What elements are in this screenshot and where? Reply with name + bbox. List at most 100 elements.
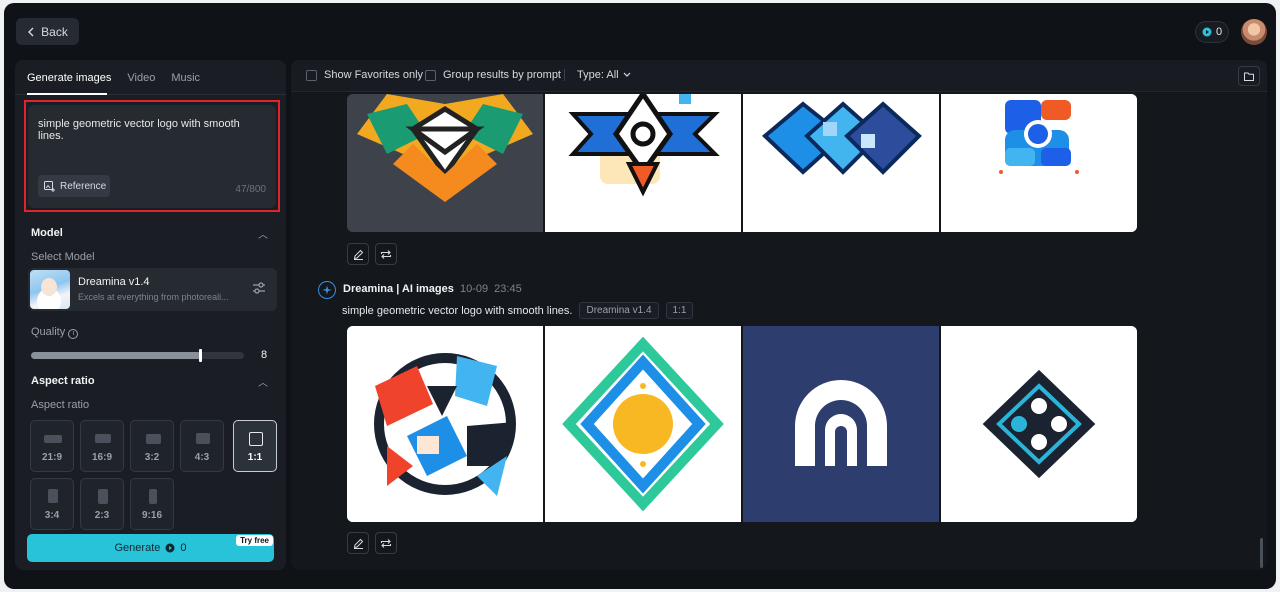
chevron-up-icon[interactable]: ︿: [258, 374, 268, 389]
quality-slider[interactable]: [31, 349, 244, 362]
ratio-shape-icon: [196, 433, 210, 444]
favorites-checkbox[interactable]: [306, 69, 317, 81]
credit-icon: [1202, 27, 1212, 37]
prompt-input[interactable]: [38, 118, 268, 142]
ratio-option-1-1[interactable]: 1:1: [233, 420, 277, 472]
prompt-box: Reference 47/800: [28, 105, 276, 208]
model-tag: Dreamina v1.4: [579, 302, 659, 319]
left-panel: Generate images Video Music Reference 47…: [15, 60, 286, 570]
group-prompt-row: simple geometric vector logo with smooth…: [342, 302, 694, 319]
logo-image-owl: [347, 94, 543, 232]
chevron-left-icon: [28, 27, 34, 36]
repeat-icon: [380, 538, 392, 548]
group-author: Dreamina | AI images: [343, 283, 454, 295]
ratio-label: 4:3: [194, 452, 210, 463]
group-time: 23:45: [494, 283, 522, 295]
results-toolbar: Show Favorites only Group results by pro…: [291, 60, 1267, 92]
edit-button[interactable]: [347, 532, 369, 554]
group-by-prompt-toggle[interactable]: Group results by prompt: [425, 69, 561, 81]
char-count: 47/800: [235, 184, 266, 195]
ratio-label: 21:9: [41, 452, 62, 463]
info-icon[interactable]: i: [68, 329, 79, 339]
ratio-label: 3:2: [144, 452, 160, 463]
sliders-icon[interactable]: [252, 281, 266, 295]
ratio-label: 3:4: [44, 510, 60, 521]
model-thumbnail: [30, 270, 70, 309]
credit-icon: [165, 543, 175, 553]
model-description: Excels at everything from photoreali...: [78, 292, 229, 302]
folder-button[interactable]: [1238, 66, 1260, 86]
chevron-up-icon[interactable]: ︿: [258, 226, 268, 241]
result-image[interactable]: [545, 326, 741, 522]
ratio-label: 9:16: [141, 510, 162, 521]
regenerate-button[interactable]: [375, 532, 397, 554]
ratio-shape-icon: [44, 435, 62, 443]
group-label: Group results by prompt: [443, 69, 561, 81]
regenerate-button[interactable]: [375, 243, 397, 265]
user-avatar[interactable]: [1241, 19, 1267, 45]
reference-label: Reference: [60, 180, 107, 192]
logo-image-arch: [743, 326, 939, 522]
app-window: Back 0 Generate images Video Music Refer…: [4, 3, 1276, 589]
type-filter-label: Type: All: [577, 69, 619, 81]
tab-music[interactable]: Music: [171, 72, 200, 92]
aspect-section-title: Aspect ratio: [31, 375, 95, 387]
tab-video[interactable]: Video: [127, 72, 155, 92]
ratio-option-21-9[interactable]: 21:9: [30, 420, 74, 472]
generate-cost: 0: [180, 542, 187, 554]
ratio-option-3-4[interactable]: 3:4: [30, 478, 74, 530]
quality-slider-fill: [31, 352, 201, 359]
result-image[interactable]: [743, 94, 939, 232]
active-tab-indicator: [27, 93, 107, 95]
quality-slider-handle[interactable]: [199, 349, 202, 362]
ratio-shape-icon: [149, 489, 157, 504]
logo-image-sun-diamond: [545, 326, 741, 522]
logo-image-abstract-circle: [347, 326, 543, 522]
back-button-label: Back: [41, 24, 68, 39]
result-image[interactable]: [347, 94, 543, 232]
select-model-label: Select Model: [31, 251, 95, 263]
dreamina-logo-icon: [318, 281, 336, 299]
result-image[interactable]: [941, 94, 1137, 232]
credits-count: 0: [1215, 26, 1223, 38]
result-image[interactable]: [545, 94, 741, 232]
ratio-option-3-2[interactable]: 3:2: [130, 420, 174, 472]
type-filter-dropdown[interactable]: Type: All: [564, 69, 631, 81]
group-checkbox[interactable]: [425, 69, 436, 81]
logo-image-blocks: [941, 94, 1137, 232]
image-add-icon: [44, 180, 55, 192]
ratio-option-9-16[interactable]: 9:16: [130, 478, 174, 530]
credits-pill[interactable]: 0: [1195, 21, 1229, 43]
result-image[interactable]: [743, 326, 939, 522]
generate-button[interactable]: Generate 0 Try free: [27, 534, 274, 562]
reference-button[interactable]: Reference: [38, 175, 110, 197]
try-free-badge: Try free: [236, 535, 273, 546]
aspect-ratio-label: Aspect ratio: [31, 399, 90, 411]
ratio-label: 2:3: [94, 510, 110, 521]
group-prompt-text: simple geometric vector logo with smooth…: [342, 304, 573, 317]
group-date: 10-09: [459, 283, 489, 295]
favorites-toggle[interactable]: Show Favorites only: [306, 69, 423, 81]
mode-tabs: Generate images Video Music: [27, 72, 200, 92]
results-panel: Show Favorites only Group results by pro…: [291, 60, 1267, 570]
ratio-label: 16:9: [91, 452, 112, 463]
toolbar-divider: [564, 69, 565, 81]
model-name: Dreamina v1.4: [78, 276, 150, 288]
favorites-label: Show Favorites only: [324, 69, 424, 81]
quality-label: Quality i: [31, 326, 79, 339]
result-image[interactable]: [941, 326, 1137, 522]
logo-image-dice: [941, 326, 1137, 522]
ratio-shape-icon: [146, 434, 161, 444]
results-scrollbar[interactable]: [1260, 538, 1263, 568]
logo-image-rocket: [545, 94, 741, 232]
group-header: Dreamina | AI images 10-09 23:45: [343, 283, 522, 295]
tab-generate-images[interactable]: Generate images: [27, 72, 111, 92]
ratio-option-4-3[interactable]: 4:3: [180, 420, 224, 472]
edit-button[interactable]: [347, 243, 369, 265]
back-button[interactable]: Back: [16, 18, 79, 45]
model-selector[interactable]: Dreamina v1.4 Excels at everything from …: [28, 268, 277, 311]
result-image[interactable]: [347, 326, 543, 522]
ratio-option-2-3[interactable]: 2:3: [80, 478, 124, 530]
ratio-option-16-9[interactable]: 16:9: [80, 420, 124, 472]
ratio-shape-icon: [48, 489, 58, 503]
